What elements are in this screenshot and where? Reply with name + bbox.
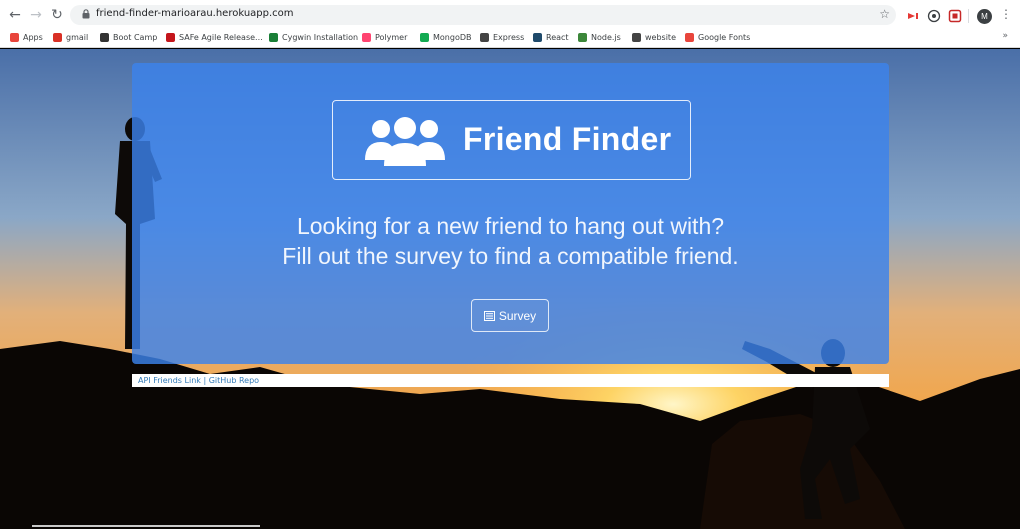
- survey-button[interactable]: Survey: [471, 299, 549, 332]
- bookmark-label: Apps: [23, 32, 43, 42]
- bookmark-favicon-icon: [480, 32, 489, 42]
- title-box: Friend Finder: [332, 100, 691, 180]
- horizontal-scrollbar[interactable]: [32, 525, 260, 527]
- bookmark-label: Cygwin Installation: [282, 32, 359, 42]
- bookmark-website[interactable]: website: [632, 30, 676, 44]
- footer-separator: |: [203, 376, 207, 385]
- app-title: Friend Finder: [463, 121, 672, 157]
- bookmarks-overflow-icon[interactable]: »: [1002, 31, 1008, 41]
- bookmark-label: gmail: [66, 32, 89, 42]
- bookmark-label: Polymer: [375, 32, 408, 42]
- tagline-line-1: Looking for a new friend to hang out wit…: [296, 213, 725, 239]
- forward-icon[interactable]: →: [27, 6, 45, 24]
- bookmark-favicon-icon: [632, 32, 641, 42]
- extension-red-arrow-icon[interactable]: [906, 9, 920, 23]
- bookmark-express[interactable]: Express: [480, 30, 524, 44]
- bookmark-label: SAFe Agile Release...: [179, 32, 263, 42]
- bookmark-gmail[interactable]: gmail: [53, 30, 88, 44]
- bookmark-favicon-icon: [269, 32, 278, 42]
- extension-red-box-icon[interactable]: [948, 9, 962, 23]
- toolbar-divider: [968, 9, 969, 23]
- bookmark-label: MongoDB: [433, 32, 472, 42]
- github-repo-link[interactable]: GitHub Repo: [209, 376, 259, 385]
- bookmark-favicon-icon: [420, 32, 429, 42]
- bookmark-node-js[interactable]: Node.js: [578, 30, 621, 44]
- bookmark-mongodb[interactable]: MongoDB: [420, 30, 472, 44]
- lock-icon: [82, 9, 90, 19]
- bookmark-favicon-icon: [10, 32, 19, 42]
- url-text: friend-finder-marioarau.herokuapp.com: [96, 8, 294, 19]
- bookmark-label: Node.js: [591, 32, 621, 42]
- bookmark-label: React: [546, 32, 569, 42]
- profile-avatar[interactable]: M: [977, 9, 992, 24]
- list-icon: [483, 310, 495, 321]
- bookmark-favicon-icon: [685, 32, 694, 42]
- bookmark-boot-camp[interactable]: Boot Camp: [100, 30, 157, 44]
- bookmark-favicon-icon: [100, 32, 109, 42]
- browser-menu-icon[interactable]: ⋮: [1000, 7, 1012, 21]
- bookmark-polymer[interactable]: Polymer: [362, 30, 407, 44]
- back-icon[interactable]: ←: [6, 6, 24, 24]
- bookmark-safe-agile-release[interactable]: SAFe Agile Release...: [166, 30, 263, 44]
- bookmark-cygwin-installation[interactable]: Cygwin Installation: [269, 30, 358, 44]
- tagline-line-2: Fill out the survey to find a compatible…: [282, 243, 739, 269]
- survey-button-label: Survey: [498, 308, 537, 323]
- bookmark-favicon-icon: [533, 32, 542, 42]
- bookmark-favicon-icon: [578, 32, 587, 42]
- reload-icon[interactable]: ↻: [48, 6, 66, 24]
- browser-toolbar: ← → ↻ friend-finder-marioarau.herokuapp.…: [0, 3, 1020, 27]
- bookmark-label: Boot Camp: [113, 32, 158, 42]
- address-bar[interactable]: friend-finder-marioarau.herokuapp.com ☆: [70, 5, 896, 25]
- bookmark-star-icon[interactable]: ☆: [879, 7, 890, 21]
- users-icon: [365, 117, 445, 166]
- bookmark-favicon-icon: [362, 32, 371, 42]
- hero-panel: Friend Finder Looking for a new friend t…: [132, 63, 889, 364]
- bookmark-favicon-icon: [53, 32, 62, 42]
- bookmarks-bar: Apps gmail Boot Camp SAFe Agile Release... C…: [0, 29, 1020, 45]
- bookmark-favicon-icon: [166, 32, 175, 42]
- api-friends-link[interactable]: API Friends Link: [138, 376, 201, 385]
- footer-links: API Friends Link | GitHub Repo: [132, 374, 889, 387]
- extension-circle-icon[interactable]: [927, 9, 941, 23]
- bookmark-label: website: [645, 32, 676, 42]
- bookmark-label: Express: [493, 32, 525, 42]
- bookmark-label: Google Fonts: [698, 32, 751, 42]
- bookmark-google-fonts[interactable]: Google Fonts: [685, 30, 750, 44]
- page-viewport: Friend Finder Looking for a new friend t…: [0, 49, 1020, 529]
- bookmark-apps[interactable]: Apps: [10, 30, 43, 44]
- browser-chrome: ← → ↻ friend-finder-marioarau.herokuapp.…: [0, 0, 1020, 48]
- bookmark-react[interactable]: React: [533, 30, 569, 44]
